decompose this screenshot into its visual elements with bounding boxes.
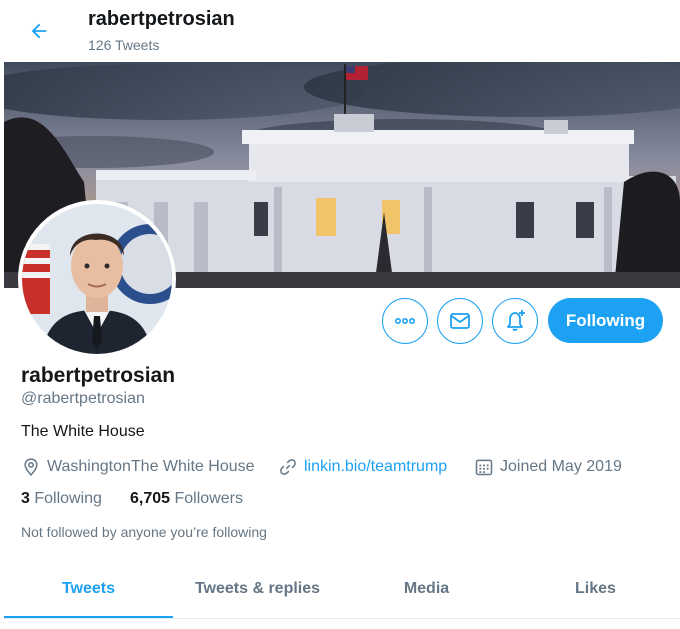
tab-tweets-replies[interactable]: Tweets & replies xyxy=(173,560,342,618)
join-date: Joined May 2019 xyxy=(474,456,622,478)
following-stat[interactable]: 3 Following xyxy=(21,490,102,508)
header-title: rabertpetrosian xyxy=(88,8,235,30)
message-button[interactable] xyxy=(437,298,483,344)
location-text: WashingtonThe White House xyxy=(47,458,255,475)
website[interactable]: linkin.bio/teamtrump xyxy=(278,456,447,478)
display-name: rabertpetrosian xyxy=(21,364,176,387)
location: WashingtonThe White House xyxy=(21,456,255,478)
profile-tabs: Tweets Tweets & replies Media Likes xyxy=(4,560,680,618)
following-button[interactable]: Following xyxy=(548,298,663,343)
bio: The White House xyxy=(21,423,145,440)
profile-header: rabertpetrosian 126 Tweets xyxy=(0,0,680,62)
avatar-image xyxy=(22,204,172,354)
mail-icon xyxy=(450,313,470,329)
more-button[interactable] xyxy=(382,298,428,344)
back-button[interactable] xyxy=(22,14,56,48)
following-label: Following xyxy=(34,490,102,507)
website-link[interactable]: linkin.bio/teamtrump xyxy=(304,458,447,476)
calendar-icon xyxy=(475,459,493,476)
bell-plus-icon xyxy=(507,310,525,331)
tab-tweets[interactable]: Tweets xyxy=(4,560,173,618)
avatar[interactable] xyxy=(18,200,176,358)
divider xyxy=(4,618,680,619)
following-count: 3 xyxy=(21,490,30,507)
notifications-button[interactable] xyxy=(492,298,538,344)
tweet-count: 126 Tweets xyxy=(88,37,160,53)
more-icon xyxy=(394,318,415,325)
not-followed-note: Not followed by anyone you’re following xyxy=(21,524,267,540)
link-icon xyxy=(280,459,296,475)
followers-count: 6,705 xyxy=(130,490,171,507)
tab-likes[interactable]: Likes xyxy=(511,560,680,618)
user-handle: @rabertpetrosian xyxy=(21,390,145,407)
joined-text: Joined May 2019 xyxy=(500,458,622,475)
followers-stat[interactable]: 6,705 Followers xyxy=(130,490,243,508)
followers-label: Followers xyxy=(174,490,243,507)
location-pin-icon xyxy=(24,458,38,476)
arrow-left-icon xyxy=(31,23,47,39)
tab-media[interactable]: Media xyxy=(342,560,511,618)
